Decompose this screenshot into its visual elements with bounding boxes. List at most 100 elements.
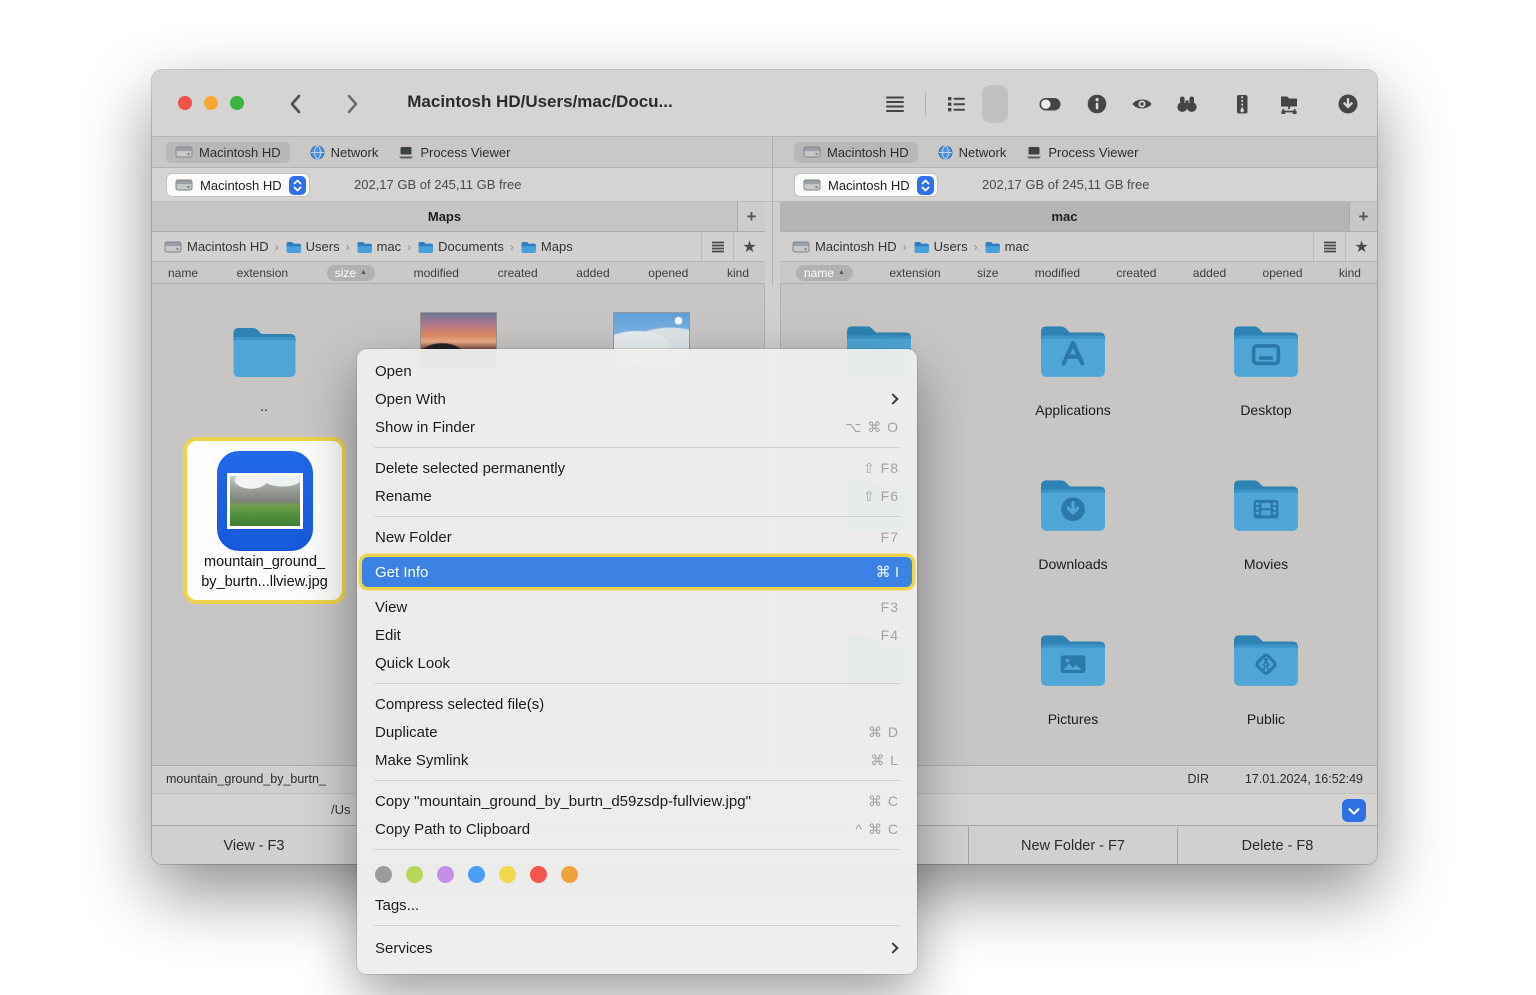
favorites-star-icon[interactable]: ★ (1345, 232, 1377, 261)
tag-blue[interactable] (468, 866, 485, 883)
drive-stepper-icon[interactable] (288, 175, 306, 195)
desktop-folder-icon[interactable] (1225, 316, 1307, 382)
left-pane-tab[interactable]: Maps + (152, 202, 765, 232)
folder-label-desktop[interactable]: Desktop (1186, 402, 1346, 418)
breadcrumb-item[interactable]: Maps (541, 239, 573, 254)
menu-item-quick-look[interactable]: Quick Look (357, 649, 917, 677)
tag-red[interactable] (530, 866, 547, 883)
col-created[interactable]: created (1116, 266, 1156, 280)
left-add-tab-button[interactable]: + (737, 202, 765, 231)
tag-purple[interactable] (437, 866, 454, 883)
col-added[interactable]: added (576, 266, 609, 280)
col-extension[interactable]: extension (237, 266, 288, 280)
menu-item-make-symlink[interactable]: Make Symlink ⌘ L (357, 746, 917, 774)
col-name[interactable]: name (168, 266, 198, 280)
col-extension[interactable]: extension (889, 266, 940, 280)
col-size-sorted[interactable]: size ▲ (326, 264, 375, 281)
up-directory-label[interactable]: .. (194, 398, 334, 414)
breadcrumb-item[interactable]: Macintosh HD (187, 239, 269, 254)
up-directory-folder-icon[interactable] (222, 318, 307, 382)
view-button[interactable]: View - F3 (152, 827, 356, 864)
breadcrumb-item[interactable]: mac (377, 239, 402, 254)
zoom-window-button[interactable] (230, 96, 244, 110)
breadcrumb-item[interactable]: Macintosh HD (815, 239, 897, 254)
breadcrumb-item[interactable]: mac (1005, 239, 1030, 254)
tag-green[interactable] (406, 866, 423, 883)
toggle-panels-icon[interactable] (1037, 91, 1063, 117)
info-icon[interactable] (1084, 91, 1110, 117)
menu-item-show-in-finder[interactable]: Show in Finder ⌥ ⌘ O (357, 413, 917, 441)
left-tab-network[interactable]: Network (310, 145, 378, 160)
preview-eye-icon[interactable] (1129, 91, 1155, 117)
menu-item-open-with[interactable]: Open With (357, 385, 917, 413)
col-opened[interactable]: opened (1263, 266, 1303, 280)
menu-item-copy-file[interactable]: Copy "mountain_ground_by_burtn_d59zsdp-f… (357, 787, 917, 815)
minimize-window-button[interactable] (204, 96, 218, 110)
menu-item-rename[interactable]: Rename ⇧ F6 (357, 482, 917, 510)
menu-item-tags[interactable]: Tags... (357, 891, 917, 919)
left-tab-process-viewer[interactable]: Process Viewer (398, 145, 510, 160)
history-menu-icon[interactable] (1313, 232, 1345, 261)
menu-item-duplicate[interactable]: Duplicate ⌘ D (357, 718, 917, 746)
movies-folder-icon[interactable] (1225, 470, 1307, 536)
right-tab-network[interactable]: Network (938, 145, 1006, 160)
applications-folder-icon[interactable] (1032, 316, 1114, 382)
downloads-folder-icon[interactable] (1032, 470, 1114, 536)
menu-item-new-folder[interactable]: New Folder F7 (357, 523, 917, 551)
right-add-tab-button[interactable]: + (1349, 202, 1377, 231)
menu-item-view[interactable]: View F3 (357, 593, 917, 621)
folder-label-pictures[interactable]: Pictures (993, 711, 1153, 727)
breadcrumb-item[interactable]: Documents (438, 239, 504, 254)
download-icon[interactable] (1335, 91, 1361, 117)
breadcrumb-item[interactable]: Users (934, 239, 968, 254)
drive-stepper-icon[interactable] (916, 175, 934, 195)
folder-label-public[interactable]: Public (1186, 711, 1346, 727)
path-dropdown-button[interactable] (1342, 799, 1366, 822)
right-drive-selector[interactable]: Macintosh HD (794, 173, 938, 197)
col-modified[interactable]: modified (1035, 266, 1080, 280)
menu-item-open[interactable]: Open (357, 357, 917, 385)
left-drive-selector[interactable]: Macintosh HD (166, 173, 310, 197)
back-icon[interactable] (285, 92, 309, 116)
tag-gray[interactable] (375, 866, 392, 883)
full-view-icon[interactable] (882, 91, 908, 117)
col-modified[interactable]: modified (414, 266, 459, 280)
public-folder-icon[interactable] (1225, 625, 1307, 691)
thumbnails-view-icon[interactable] (982, 84, 1008, 123)
col-opened[interactable]: opened (648, 266, 688, 280)
delete-button[interactable]: Delete - F8 (1178, 827, 1377, 864)
col-size[interactable]: size (977, 266, 998, 280)
favorites-star-icon[interactable]: ★ (733, 232, 765, 261)
tag-orange[interactable] (561, 866, 578, 883)
col-added[interactable]: added (1193, 266, 1226, 280)
history-menu-icon[interactable] (701, 232, 733, 261)
close-window-button[interactable] (178, 96, 192, 110)
tag-yellow[interactable] (499, 866, 516, 883)
network-share-icon[interactable] (1276, 91, 1302, 117)
brief-view-icon[interactable] (943, 91, 969, 117)
col-kind[interactable]: kind (1339, 266, 1361, 280)
menu-item-services[interactable]: Services (357, 932, 917, 964)
menu-item-copy-path[interactable]: Copy Path to Clipboard ^ ⌘ C (357, 815, 917, 843)
folder-label-applications[interactable]: Applications (993, 402, 1153, 418)
folder-icon (357, 242, 372, 253)
menu-item-edit[interactable]: Edit F4 (357, 621, 917, 649)
breadcrumb-item[interactable]: Users (306, 239, 340, 254)
selected-file-tile[interactable]: mountain_ground_ by_burtn...llview.jpg (183, 437, 346, 604)
pictures-folder-icon[interactable] (1032, 625, 1114, 691)
new-folder-button[interactable]: New Folder - F7 (969, 827, 1177, 864)
col-created[interactable]: created (498, 266, 538, 280)
right-pane-tab[interactable]: mac + (780, 202, 1377, 232)
menu-item-delete-permanently[interactable]: Delete selected permanently ⇧ F8 (357, 454, 917, 482)
col-name-sorted[interactable]: name ▲ (796, 264, 853, 281)
menu-item-compress[interactable]: Compress selected file(s) (357, 690, 917, 718)
folder-label-movies[interactable]: Movies (1186, 556, 1346, 572)
archive-icon[interactable] (1229, 91, 1255, 117)
menu-item-get-info[interactable]: Get Info ⌘ I (362, 557, 912, 587)
right-tab-process-viewer[interactable]: Process Viewer (1026, 145, 1138, 160)
right-tab-macintosh-hd[interactable]: Macintosh HD (794, 141, 918, 163)
col-kind[interactable]: kind (727, 266, 749, 280)
folder-label-downloads[interactable]: Downloads (993, 556, 1153, 572)
search-binoculars-icon[interactable] (1174, 91, 1200, 117)
left-tab-macintosh-hd[interactable]: Macintosh HD (166, 141, 290, 163)
